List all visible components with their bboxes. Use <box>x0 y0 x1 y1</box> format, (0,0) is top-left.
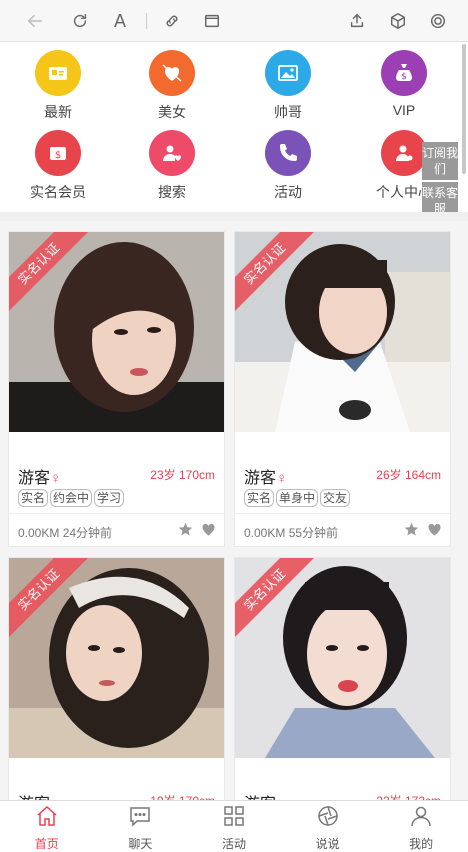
bottom-tab-bar: 首页 聊天 活动 说说 我的 <box>0 800 468 851</box>
circle-target-icon[interactable] <box>425 8 451 34</box>
tab-label: 活动 <box>221 837 246 851</box>
phone-icon <box>265 130 311 176</box>
tab-label: 首页 <box>34 837 59 851</box>
female-icon: ♀ <box>50 470 62 487</box>
category-grid: 最新 美女 帅哥 $ VIP $ 实名会员 搜索 活动 个人中心 订阅我们 联系… <box>0 42 468 220</box>
user-icon <box>411 806 431 827</box>
category-beauty[interactable]: 美女 <box>114 42 230 122</box>
tab-me[interactable]: 我的 <box>374 801 468 851</box>
profile-tags: 实名 单身中 交友 <box>244 489 351 507</box>
profile-name: 游客♀ <box>244 790 287 800</box>
profile-grid: 实名认证 游客♀ 23岁 170cm 实名 约会中 学习 0.00KM 24分钟… <box>0 221 468 800</box>
heart-icon[interactable] <box>427 522 442 542</box>
window-icon[interactable] <box>199 8 225 34</box>
profile-card[interactable]: 实名认证 游客♀ 26岁 164cm 实名 单身中 交友 0.00KM 55分钟… <box>234 231 451 547</box>
card-actions <box>178 522 216 542</box>
tab-label: 我的 <box>409 837 434 851</box>
category-label: 活动 <box>274 184 302 200</box>
tag: 学习 <box>94 489 125 507</box>
money-bag-icon: $ <box>381 50 427 96</box>
scrollbar[interactable] <box>462 44 466 174</box>
profile-name: 游客♀ <box>18 470 62 487</box>
profile-card[interactable]: 实名认证 游客♀ 19岁 170cm <box>8 557 225 800</box>
tab-label: 说说 <box>315 837 340 851</box>
star-icon[interactable] <box>178 522 193 542</box>
profile-age-height: 19岁 170cm <box>150 792 215 800</box>
svg-text:$: $ <box>55 150 61 161</box>
person-heart-icon <box>149 130 195 176</box>
profile-card[interactable]: 实名认证 游客♀ 22岁 172cm <box>234 557 451 800</box>
tab-home[interactable]: 首页 <box>0 801 94 851</box>
link-icon[interactable] <box>159 8 185 34</box>
category-vip[interactable]: $ VIP <box>346 42 462 122</box>
category-handsome[interactable]: 帅哥 <box>230 42 346 122</box>
category-search[interactable]: 搜索 <box>114 122 230 202</box>
card-divider <box>9 513 224 514</box>
profile-age-height: 23岁 170cm <box>150 468 215 482</box>
aperture-icon <box>317 806 338 826</box>
heart-arrow-icon <box>149 50 195 96</box>
category-label: 搜索 <box>158 184 186 200</box>
home-icon <box>37 805 57 826</box>
grid-icon <box>224 806 244 826</box>
refresh-icon[interactable] <box>67 8 93 34</box>
category-verified[interactable]: $ 实名会员 <box>0 122 116 202</box>
browser-toolbar: A <box>0 0 468 42</box>
profile-meta: 0.00KM 55分钟前 <box>244 526 339 540</box>
cube-icon[interactable] <box>385 8 411 34</box>
female-icon: ♀ <box>276 470 288 487</box>
tab-chat[interactable]: 聊天 <box>94 801 188 851</box>
tab-label: 聊天 <box>128 837 153 851</box>
wallet-icon: $ <box>35 130 81 176</box>
profile-name: 游客♀ <box>18 790 61 800</box>
svg-text:$: $ <box>401 72 407 82</box>
tag: 实名 <box>18 489 49 507</box>
section-divider <box>0 212 468 221</box>
subscribe-button[interactable]: 订阅我们 <box>422 142 458 180</box>
card-actions <box>404 522 442 542</box>
category-label: VIP <box>392 102 416 118</box>
person-icon <box>381 130 427 176</box>
tag: 交友 <box>320 489 351 507</box>
back-arrow-icon[interactable] <box>22 8 48 34</box>
profile-card[interactable]: 实名认证 游客♀ 23岁 170cm 实名 约会中 学习 0.00KM 24分钟… <box>8 231 225 547</box>
profile-age-height: 26岁 164cm <box>376 468 441 482</box>
star-icon[interactable] <box>404 522 419 542</box>
tag: 约会中 <box>50 489 93 507</box>
tag: 单身中 <box>276 489 319 507</box>
category-activity[interactable]: 活动 <box>230 122 346 202</box>
share-icon[interactable] <box>344 8 370 34</box>
category-label: 最新 <box>44 104 72 120</box>
profile-age-height: 22岁 172cm <box>376 792 441 800</box>
chat-icon <box>130 807 151 827</box>
toolbar-separator <box>146 13 147 29</box>
tab-moments[interactable]: 说说 <box>281 801 375 851</box>
heart-icon[interactable] <box>201 522 216 542</box>
picture-icon <box>265 50 311 96</box>
profile-tags: 实名 约会中 学习 <box>18 489 125 507</box>
category-latest[interactable]: 最新 <box>0 42 116 122</box>
profile-name: 游客♀ <box>244 470 288 487</box>
category-label: 帅哥 <box>274 104 302 120</box>
tag: 实名 <box>244 489 275 507</box>
category-label: 美女 <box>158 104 186 120</box>
card-divider <box>235 513 450 514</box>
id-card-icon <box>35 50 81 96</box>
font-icon[interactable]: A <box>107 8 133 34</box>
profile-meta: 0.00KM 24分钟前 <box>18 526 113 540</box>
category-label: 实名会员 <box>30 184 86 200</box>
tab-activity[interactable]: 活动 <box>187 801 281 851</box>
